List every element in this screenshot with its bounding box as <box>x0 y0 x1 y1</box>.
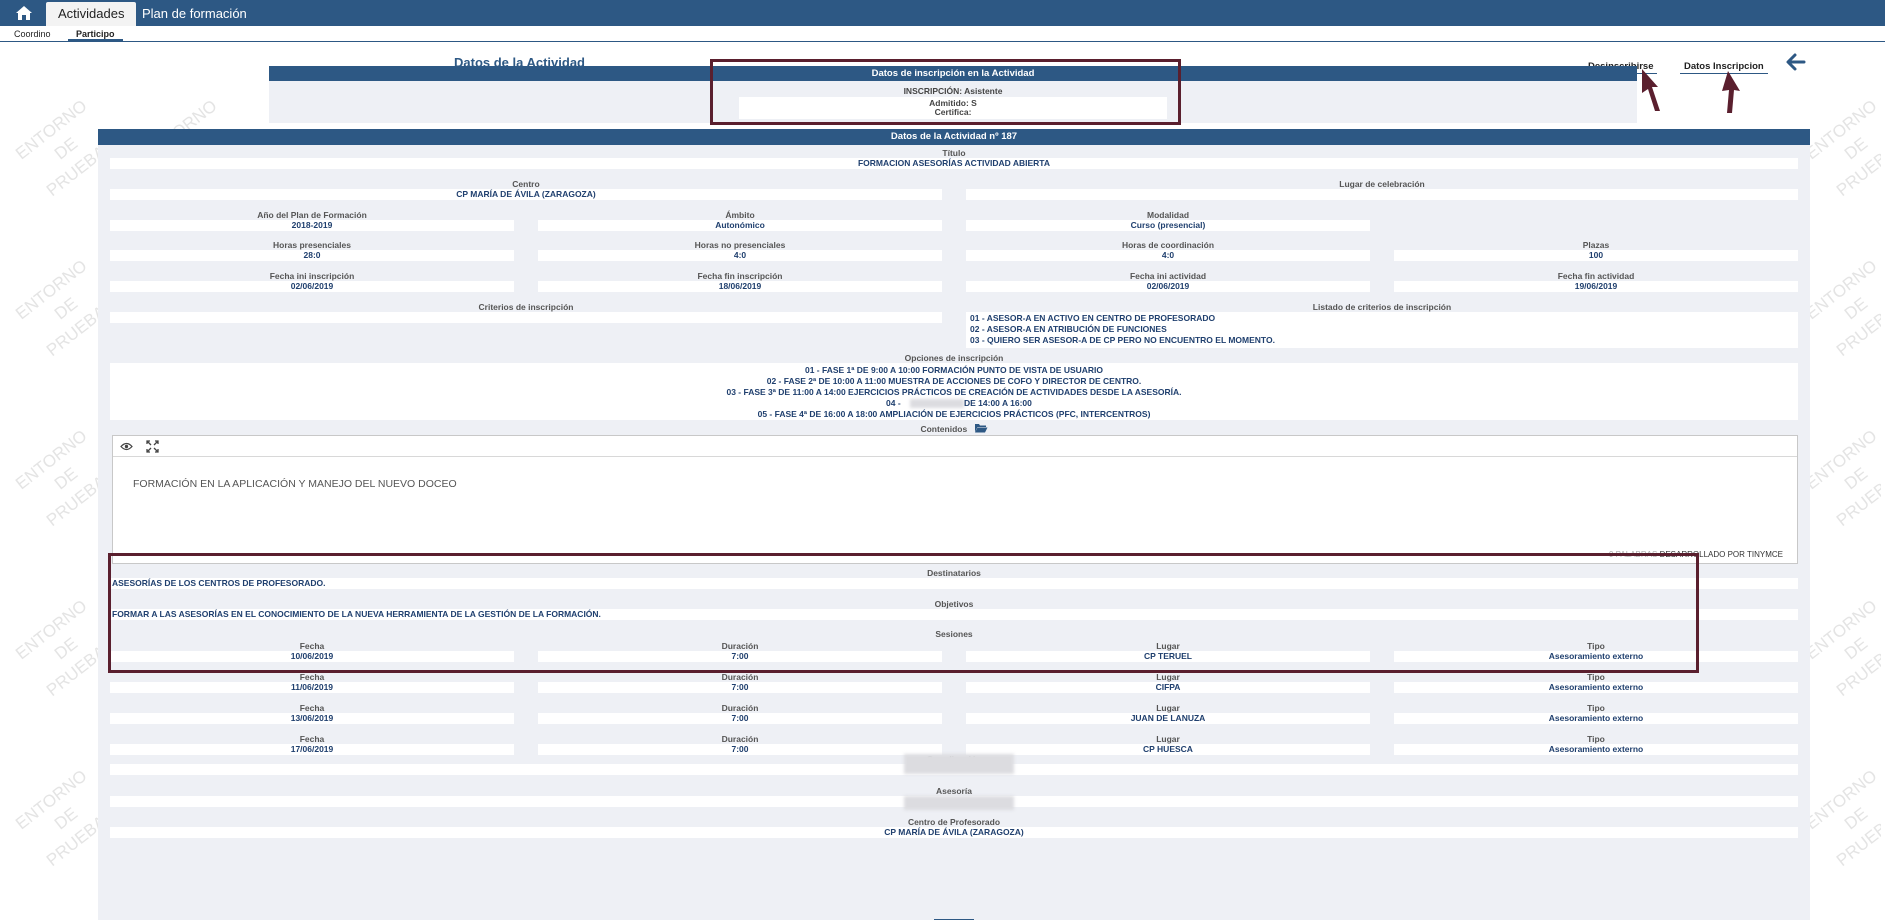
plazas-label: Plazas <box>1582 240 1610 250</box>
fecha-fin-actividad-label: Fecha fin actividad <box>1557 271 1635 281</box>
opcion-item: 04 - <box>886 398 901 408</box>
sesion-cell-value: Asesoramiento externo <box>1548 682 1644 692</box>
horas-coordinacion-value: 4:0 <box>1161 250 1175 260</box>
home-icon <box>16 6 32 20</box>
horas-coordinacion-label: Horas de coordinación <box>1121 240 1215 250</box>
sesion-col-label: Duración <box>721 672 759 682</box>
ambito-label: Ámbito <box>725 210 755 220</box>
fecha-ini-actividad-value: 02/06/2019 <box>1146 281 1190 291</box>
sesion-col-label: Duración <box>721 734 759 744</box>
titulo-label: Título <box>942 148 966 158</box>
listado-criterios-label: Listado de criterios de inscripción <box>1312 302 1452 312</box>
sesion-col-label: Tipo <box>1587 734 1605 744</box>
fecha-fin-inscripcion-label: Fecha fin inscripción <box>697 271 783 281</box>
editor-toolbar <box>113 436 1797 457</box>
opcion-item: 05 - FASE 4ª DE 16:00 A 18:00 AMPLIACIÓN… <box>757 409 1151 419</box>
horas-no-presenciales-value: 4:0 <box>733 250 747 260</box>
watermark-text: ENTORNO DE PRUEBAS <box>1802 96 1881 201</box>
asesoria-label: Asesoría <box>936 786 972 796</box>
lugar-value <box>966 189 1798 200</box>
sesion-cell-value: JUAN DE LANUZA <box>1130 713 1206 723</box>
home-button[interactable] <box>4 2 44 24</box>
horas-presenciales-label: Horas presenciales <box>273 240 351 250</box>
sub-nav: Coordino Participo <box>0 26 1885 42</box>
criterio-item: 02 - ASESOR-A EN ATRIBUCIÓN DE FUNCIONES <box>970 324 1167 334</box>
sesion-cell-value: CIFPA <box>1155 682 1181 692</box>
activity-header: Datos de la Actividad nº 187 <box>98 129 1810 145</box>
fecha-fin-actividad-value: 19/06/2019 <box>1574 281 1618 291</box>
tab-actividades[interactable]: Actividades <box>46 2 137 26</box>
sesion-cell-value: 11/06/2019 <box>290 682 334 692</box>
plazas-value: 100 <box>1588 250 1604 260</box>
criterio-item: 01 - ASESOR-A EN ACTIVO EN CENTRO DE PRO… <box>970 313 1216 323</box>
ambito-value: Autonómico <box>715 220 765 230</box>
fullscreen-icon[interactable] <box>146 440 159 453</box>
fecha-fin-inscripcion-value: 18/06/2019 <box>718 281 762 291</box>
opcion-item: 01 - FASE 1ª DE 9:00 A 10:00 FORMACIÓN P… <box>804 365 1104 375</box>
redacted-text <box>904 754 1014 774</box>
centro-value: CP MARÍA DE ÁVILA (ZARAGOZA) <box>456 189 596 199</box>
subtab-participo[interactable]: Participo <box>68 27 123 41</box>
anio-label: Año del Plan de Formación <box>257 210 367 220</box>
centro-label: Centro <box>512 179 540 189</box>
titulo-value: FORMACION ASESORÍAS ACTIVIDAD ABIERTA <box>857 158 1051 168</box>
fecha-ini-inscripcion-value: 02/06/2019 <box>290 281 334 291</box>
activity-panel: Datos de la Actividad nº 187 Título FORM… <box>98 129 1810 920</box>
redacted-text <box>904 796 1014 810</box>
centro-profesorado-label: Centro de Profesorado <box>907 817 1001 827</box>
tab-plan-de-formacion[interactable]: Plan de formación <box>130 2 259 26</box>
scroll-indicator[interactable] <box>934 919 974 920</box>
arrow-left-icon[interactable] <box>1784 51 1808 73</box>
sesion-cell-value: 13/06/2019 <box>290 713 334 723</box>
sesion-cell-value: 7:00 <box>731 682 749 692</box>
watermark-text: ENTORNO DE PRUEBAS <box>1802 256 1881 361</box>
contenidos-editor[interactable]: FORMACIÓN EN LA APLICACIÓN Y MANEJO DEL … <box>112 435 1798 564</box>
top-nav-bar: Actividades Plan de formación <box>0 0 1885 26</box>
criterios-box <box>110 312 942 323</box>
contenidos-label: Contenidos <box>98 423 1810 434</box>
sesion-col-label: Lugar <box>1156 734 1180 744</box>
contenidos-label-text: Contenidos <box>920 424 968 434</box>
opciones-label: Opciones de inscripción <box>904 353 1004 363</box>
criterios-label: Criterios de inscripción <box>478 302 574 312</box>
fecha-ini-inscripcion-label: Fecha ini inscripción <box>269 271 355 281</box>
lugar-label: Lugar de celebración <box>1339 179 1425 189</box>
horas-no-presenciales-label: Horas no presenciales <box>694 240 786 250</box>
sesion-col-label: Duración <box>721 703 759 713</box>
opcion-item: 03 - FASE 3ª DE 11:00 A 14:00 EJERCICIOS… <box>726 387 1182 397</box>
opcion-item-suffix: DE 14:00 A 16:00 <box>964 398 1032 408</box>
opcion-item: 02 - FASE 2ª DE 10:00 A 11:00 MUESTRA DE… <box>766 376 1142 386</box>
watermark-text: ENTORNO DE PRUEBAS <box>1802 596 1881 701</box>
anio-value: 2018-2019 <box>291 220 333 230</box>
sesion-col-label: Fecha <box>299 672 325 682</box>
watermark-text: ENTORNO DE PRUEBAS <box>1802 766 1881 871</box>
sesion-col-label: Tipo <box>1587 703 1605 713</box>
folder-open-icon[interactable] <box>974 423 988 433</box>
sesion-col-label: Tipo <box>1587 672 1605 682</box>
horas-presenciales-value: 28:0 <box>303 250 321 260</box>
criterio-item: 03 - QUIERO SER ASESOR-A DE CP PERO NO E… <box>970 335 1275 345</box>
watermark-text: ENTORNO DE PRUEBAS <box>1802 426 1881 531</box>
sesion-cell-value: Asesoramiento externo <box>1548 713 1644 723</box>
main-content: ENTORNO DE PRUEBAS ENTORNO DE PRUEBAS ENTO… <box>4 43 1881 920</box>
fecha-ini-actividad-label: Fecha ini actividad <box>1129 271 1207 281</box>
sesion-col-label: Fecha <box>299 703 325 713</box>
highlight-frame <box>108 553 1699 673</box>
modalidad-label: Modalidad <box>1146 210 1190 220</box>
modalidad-value: Curso (presencial) <box>1130 220 1206 230</box>
cursor-arrow-icon <box>1642 69 1660 111</box>
subtab-coordino[interactable]: Coordino <box>6 27 59 41</box>
highlight-frame <box>710 59 1181 125</box>
redacted-text <box>910 399 964 408</box>
sesion-col-label: Lugar <box>1156 703 1180 713</box>
cursor-arrow-icon <box>1722 71 1740 113</box>
eye-icon[interactable] <box>120 442 133 451</box>
sesion-cell-value: 7:00 <box>731 713 749 723</box>
editor-content[interactable]: FORMACIÓN EN LA APLICACIÓN Y MANEJO DEL … <box>133 478 457 490</box>
sesion-col-label: Fecha <box>299 734 325 744</box>
centro-profesorado-value: CP MARÍA DE ÁVILA (ZARAGOZA) <box>884 827 1024 837</box>
sesion-col-label: Lugar <box>1156 672 1180 682</box>
